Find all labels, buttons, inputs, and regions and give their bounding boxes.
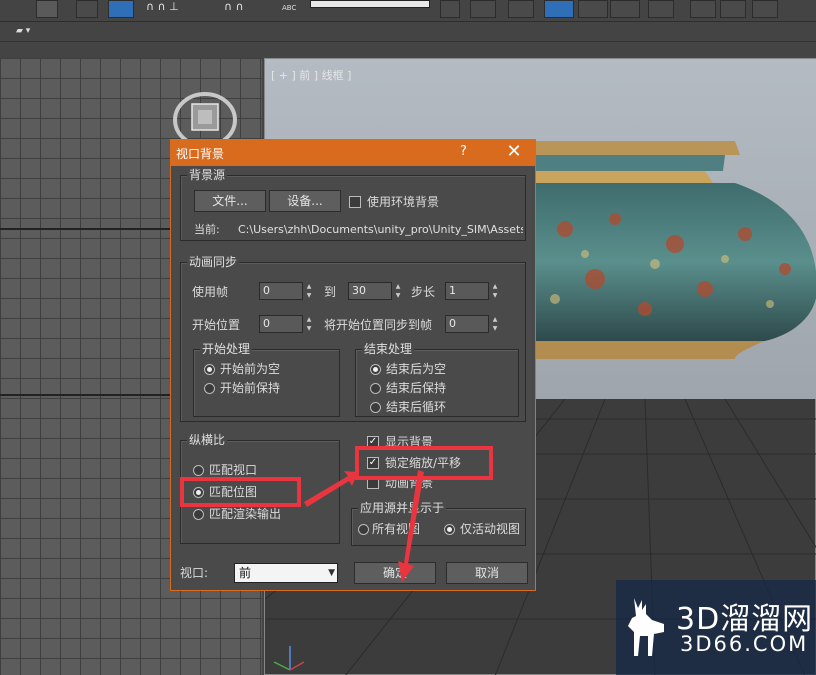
highlight-match-bitmap xyxy=(180,477,301,507)
to-label: 到 xyxy=(324,285,337,299)
file-button[interactable]: 文件... xyxy=(194,190,266,212)
main-toolbar: ∩ ∩ ⊥ ∩ ∩ ABC xyxy=(0,0,816,22)
match-render-radio[interactable] xyxy=(193,509,204,520)
group-label: 背景源 xyxy=(187,168,228,182)
group-label: 开始处理 xyxy=(200,342,253,356)
scene-explorer-icon[interactable] xyxy=(544,0,574,18)
secondary-toolbar: ▰ ▾ xyxy=(0,22,816,42)
start-processing-group: 开始处理 开始前为空 开始前保持 xyxy=(193,342,340,417)
move-tool-button[interactable] xyxy=(76,0,98,18)
active-tool-button[interactable] xyxy=(108,0,134,18)
cancel-button[interactable]: 取消 xyxy=(446,562,528,584)
viewport-select-label: 视口: xyxy=(180,566,209,580)
material-editor-icon[interactable] xyxy=(648,0,674,18)
match-viewport-radio[interactable] xyxy=(193,465,204,476)
snap-icon[interactable]: ∩ ∩ ⊥ xyxy=(146,0,179,14)
active-view-radio[interactable] xyxy=(444,524,455,535)
background-source-group: 背景源 文件... 设备... 使用环境背景 当前: C:\Users\zhh\… xyxy=(180,168,526,241)
end-hold-radio[interactable] xyxy=(370,383,381,394)
schematic-icon[interactable] xyxy=(610,0,640,18)
start-blank-label: 开始前为空 xyxy=(220,362,281,376)
magnet-icon[interactable]: ∩ ∩ xyxy=(224,0,244,14)
watermark: 3D溜溜网 3D66.COM xyxy=(616,580,816,675)
group-label: 纵横比 xyxy=(187,433,228,447)
group-label: 动画同步 xyxy=(187,255,240,269)
mirror-icon[interactable] xyxy=(440,0,460,18)
curve-editor-icon[interactable] xyxy=(578,0,608,18)
text-tool-label: ABC xyxy=(282,4,297,12)
render-setup-icon[interactable] xyxy=(690,0,716,18)
group-label: 结束处理 xyxy=(362,342,415,356)
start-blank-radio[interactable] xyxy=(204,364,215,375)
viewport-select-value: 前 xyxy=(239,566,252,580)
annotation-arrows xyxy=(304,470,424,582)
max-workspace: ∩ ∩ ⊥ ∩ ∩ ABC ▰ ▾ [+] 前] 线框] 视口背景 ? … xyxy=(0,0,816,675)
step-label: 步长 xyxy=(411,285,436,299)
dialog-title-bar[interactable]: 视口背景 ? ✕ xyxy=(171,140,535,166)
selection-set-combo[interactable] xyxy=(310,0,430,8)
select-tool-button[interactable] xyxy=(36,0,58,18)
animation-sync-group: 动画同步 使用帧 0 ▲ ▼ 到 30 ▲ ▼ 步长 1 ▲ ▼ 开始位置 0 ▲ ▼ … xyxy=(180,255,526,422)
settings-button[interactable]: 设备... xyxy=(269,190,341,212)
active-view-label: 仅活动视图 xyxy=(460,522,521,536)
command-dropdown-icon[interactable]: ▰ ▾ xyxy=(16,26,30,36)
end-hold-label: 结束后保持 xyxy=(386,381,447,395)
end-blank-radio[interactable] xyxy=(370,364,381,375)
use-environment-checkbox[interactable] xyxy=(349,196,361,208)
start-position-label: 开始位置 xyxy=(192,318,241,332)
render-icon[interactable] xyxy=(752,0,778,18)
dialog-title: 视口背景 xyxy=(176,147,225,161)
help-button[interactable]: ? xyxy=(460,144,467,159)
end-loop-radio[interactable] xyxy=(370,402,381,413)
start-hold-radio[interactable] xyxy=(204,383,215,394)
match-viewport-label: 匹配视口 xyxy=(209,463,258,477)
match-render-label: 匹配渲染输出 xyxy=(209,507,282,521)
close-button[interactable]: ✕ xyxy=(501,141,527,163)
current-label: 当前: xyxy=(194,223,220,236)
start-hold-label: 开始前保持 xyxy=(220,381,281,395)
watermark-domain: 3D66.COM xyxy=(680,632,809,656)
end-loop-label: 结束后循环 xyxy=(386,400,447,414)
viewport-label[interactable]: [ + ] 前 ] 线框 ] xyxy=(271,67,351,83)
end-processing-group: 结束处理 结束后为空 结束后保持 结束后循环 xyxy=(355,342,519,417)
deer-logo-icon xyxy=(628,598,664,656)
use-environment-label: 使用环境背景 xyxy=(367,195,440,209)
end-blank-label: 结束后为空 xyxy=(386,362,447,376)
layer-icon[interactable] xyxy=(508,0,534,18)
use-frame-label: 使用帧 xyxy=(192,285,229,299)
axis-tripod-icon xyxy=(273,646,305,671)
current-path: C:\Users\zhh\Documents\unity_pro\Unity_S… xyxy=(238,223,523,236)
sync-to-frame-label: 将开始位置同步到帧 xyxy=(324,318,433,332)
render-frame-icon[interactable] xyxy=(720,0,746,18)
align-icon[interactable] xyxy=(470,0,496,18)
